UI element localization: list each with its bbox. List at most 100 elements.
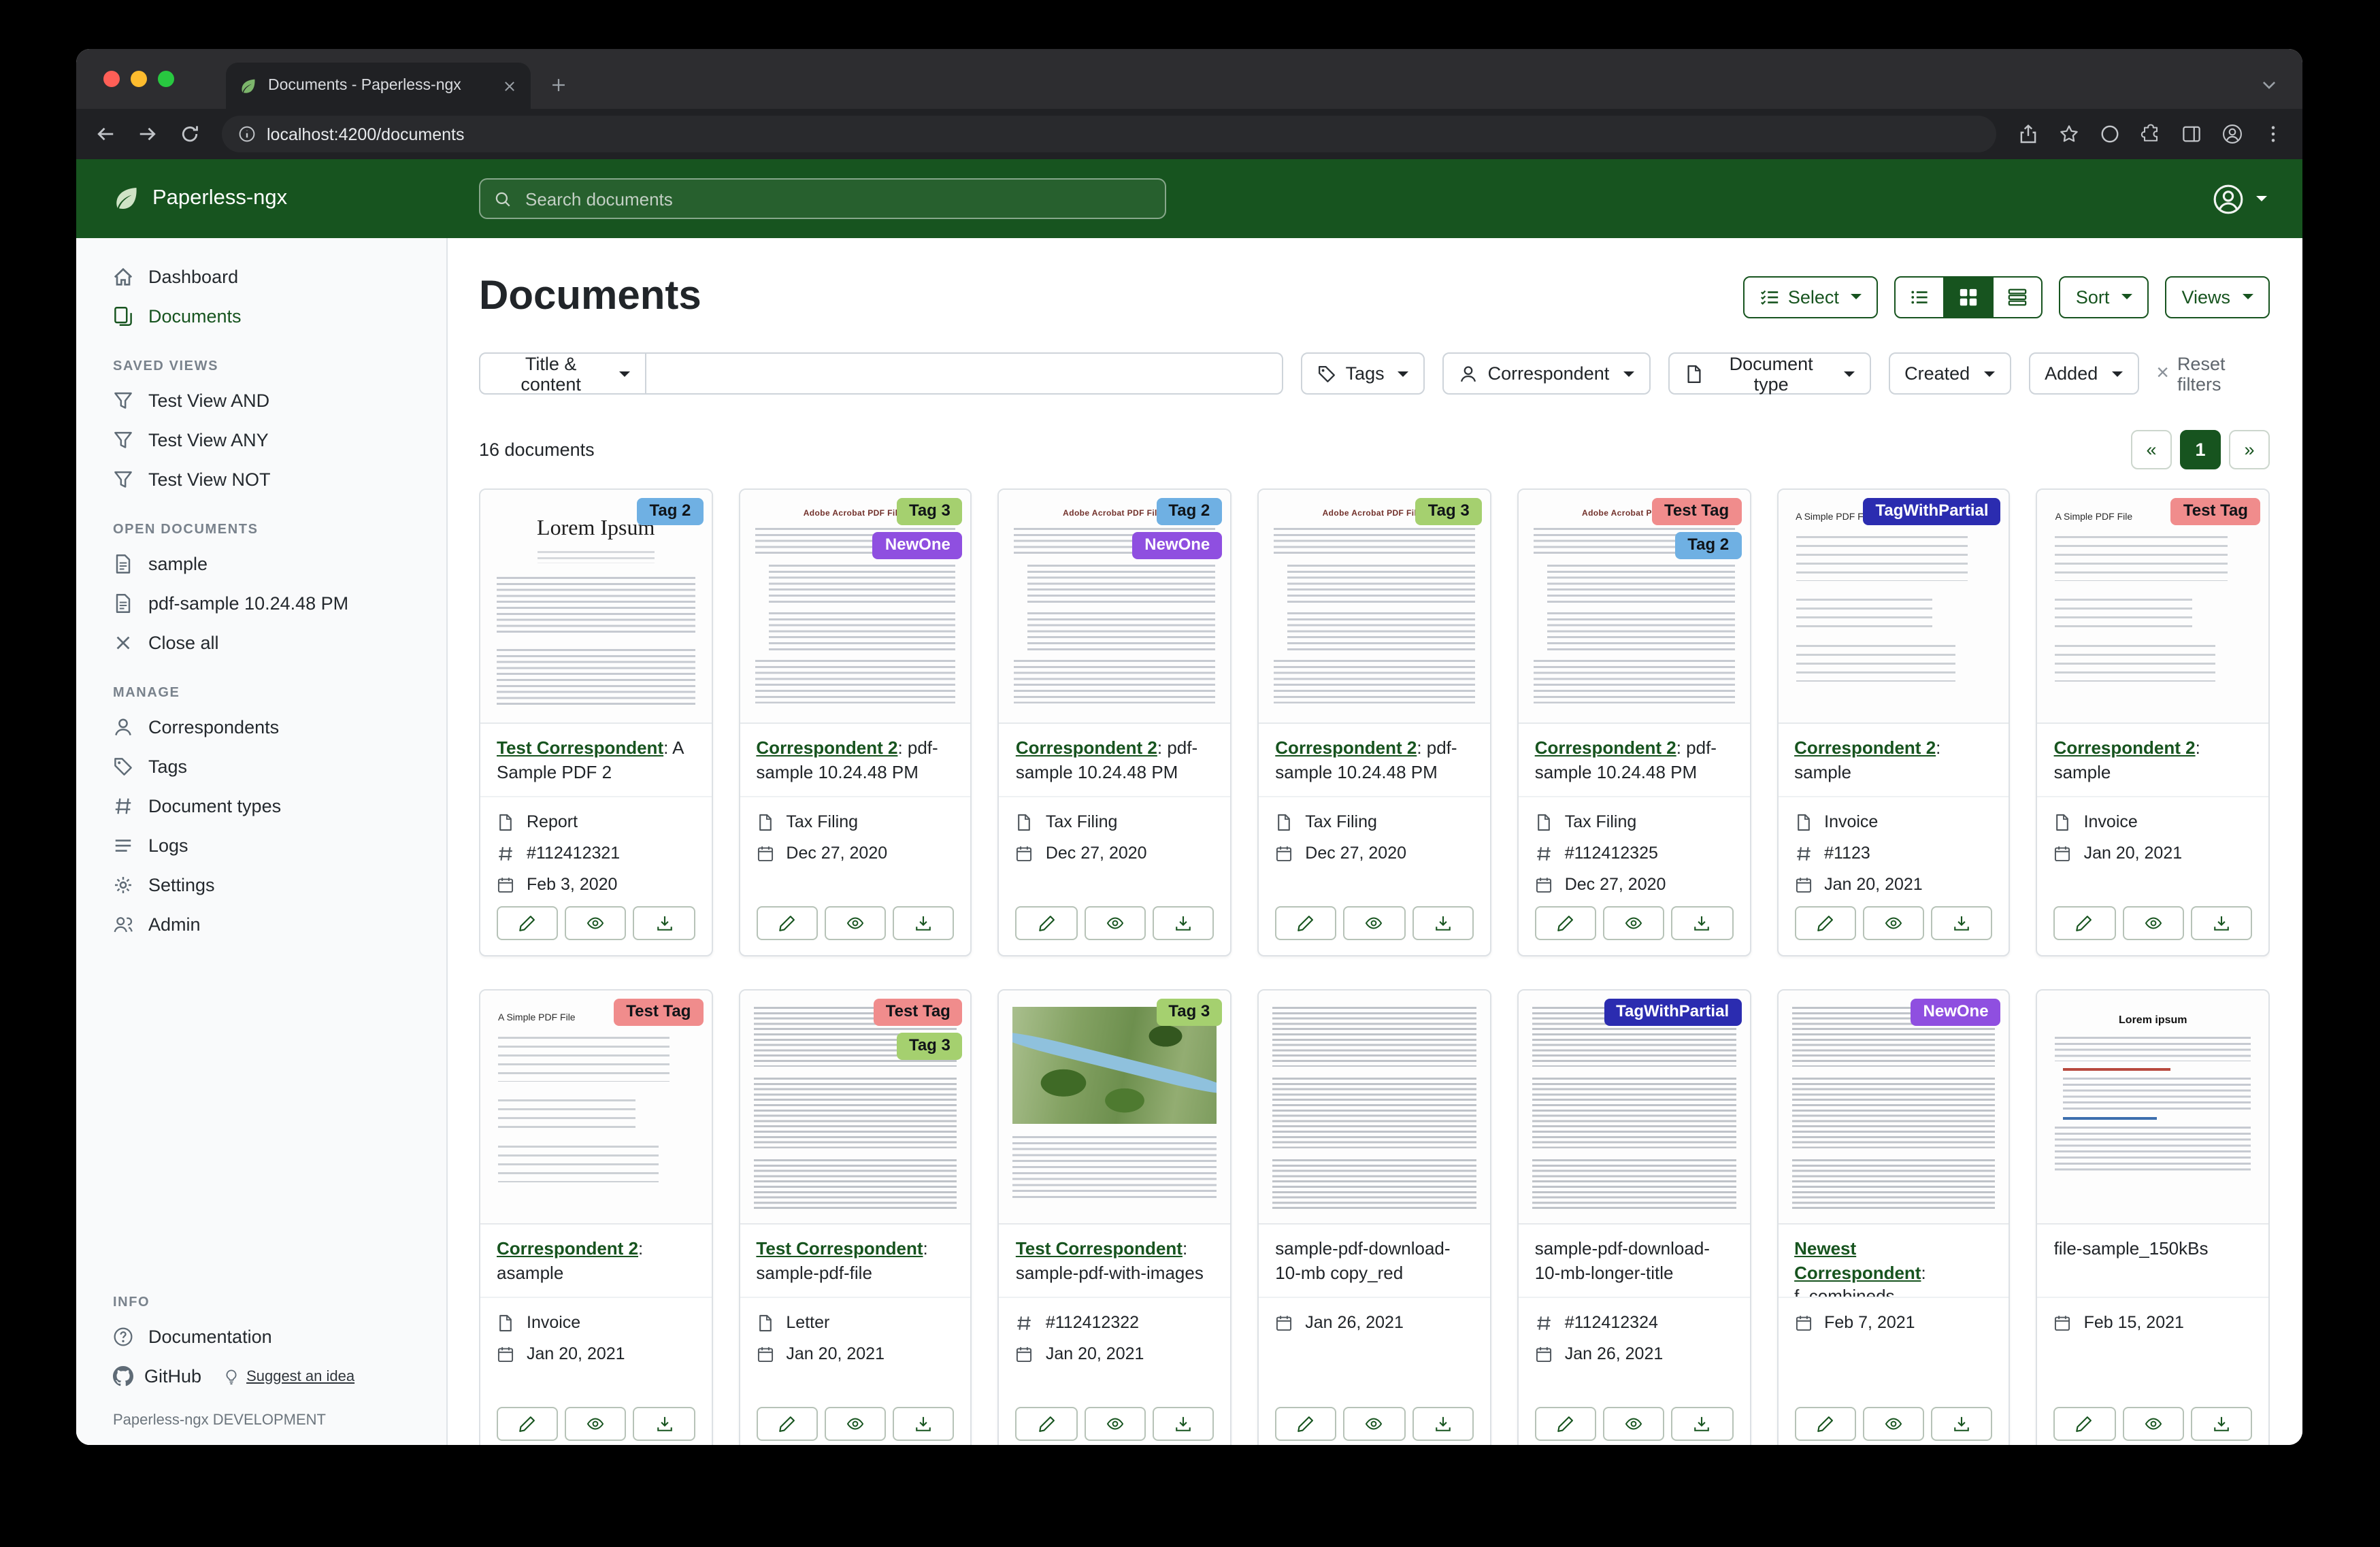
document-preview-thumbnail[interactable]: Adobe Acrobat PDF Files Tag 3NewOne xyxy=(740,490,970,724)
app-brand[interactable]: Paperless-ngx xyxy=(76,185,448,212)
document-preview-thumbnail[interactable]: Test TagTag 3 xyxy=(740,991,970,1225)
zoom-window-button[interactable] xyxy=(158,71,174,87)
tags-filter-button[interactable]: Tags xyxy=(1301,352,1425,395)
document-preview-thumbnail[interactable]: A Simple PDF File Test Tag xyxy=(2038,490,2268,724)
pagination-page-1[interactable]: 1 xyxy=(2180,430,2221,469)
correspondent-link[interactable]: Correspondent 2 xyxy=(1535,737,1676,758)
document-preview-thumbnail[interactable]: TagWithPartial xyxy=(1519,991,1749,1225)
tab-search-icon[interactable] xyxy=(2260,76,2278,94)
edit-button[interactable] xyxy=(1794,1407,1855,1441)
tag-badge[interactable]: Test Tag xyxy=(1652,498,1741,525)
document-title-link[interactable]: Correspondent 2: asample xyxy=(480,1225,711,1298)
sidebar-item-documentation[interactable]: Documentation xyxy=(76,1317,446,1357)
sidebar-item-document-types[interactable]: Document types xyxy=(76,786,446,826)
document-type-filter-button[interactable]: Document type xyxy=(1668,352,1870,395)
document-title-link[interactable]: Correspondent 2: pdf-sample 10.24.48 PM xyxy=(740,724,970,797)
reload-button[interactable] xyxy=(180,124,200,144)
side-panel-icon[interactable] xyxy=(2181,124,2202,144)
correspondent-link[interactable]: Test Correspondent xyxy=(1016,1238,1183,1259)
document-title-link[interactable]: Correspondent 2: pdf-sample 10.24.48 PM xyxy=(1259,724,1489,797)
new-tab-button[interactable] xyxy=(550,76,567,94)
download-button[interactable] xyxy=(893,906,954,940)
reset-filters-button[interactable]: × Reset filters xyxy=(2156,353,2270,394)
edit-button[interactable] xyxy=(1535,1407,1596,1441)
detail-view-button[interactable] xyxy=(1993,276,2043,318)
document-title-link[interactable]: Correspondent 2: sample xyxy=(1778,724,2009,797)
document-preview-thumbnail[interactable]: A Simple PDF File Test Tag xyxy=(480,991,711,1225)
tag-badge[interactable]: Tag 2 xyxy=(1675,532,1741,559)
tag-badge[interactable]: NewOne xyxy=(1911,999,2001,1026)
edit-button[interactable] xyxy=(1794,906,1855,940)
download-button[interactable] xyxy=(2191,1407,2252,1441)
document-preview-thumbnail[interactable] xyxy=(1259,991,1489,1225)
document-title-link[interactable]: Test Correspondent: sample-pdf-with-imag… xyxy=(999,1225,1230,1298)
download-button[interactable] xyxy=(1931,906,1992,940)
document-title-link[interactable]: Test Correspondent: A Sample PDF 2 xyxy=(480,724,711,797)
correspondent-link[interactable]: Correspondent 2 xyxy=(756,737,897,758)
forward-button[interactable] xyxy=(137,124,158,144)
download-button[interactable] xyxy=(1672,1407,1733,1441)
sidebar-item-open-doc-sample[interactable]: sample xyxy=(76,544,446,584)
document-title-link[interactable]: Newest Correspondent: f_combineds xyxy=(1778,1225,2009,1298)
download-button[interactable] xyxy=(1412,1407,1473,1441)
tag-badge[interactable]: TagWithPartial xyxy=(1604,999,1741,1026)
sidebar-item-close-all[interactable]: Close all xyxy=(76,623,446,663)
profile-icon[interactable] xyxy=(2222,124,2243,144)
preview-button[interactable] xyxy=(1603,906,1664,940)
share-icon[interactable] xyxy=(2018,124,2038,144)
download-button[interactable] xyxy=(1672,906,1733,940)
download-button[interactable] xyxy=(633,1407,695,1441)
document-title-link[interactable]: sample-pdf-download-10-mb copy_red xyxy=(1259,1225,1489,1298)
edit-button[interactable] xyxy=(497,1407,558,1441)
tag-badge[interactable]: Tag 2 xyxy=(1156,498,1222,525)
document-title-link[interactable]: sample-pdf-download-10-mb-longer-title xyxy=(1519,1225,1749,1298)
sidebar-item-test-view-any[interactable]: Test View ANY xyxy=(76,420,446,460)
pagination-next[interactable]: » xyxy=(2229,430,2270,469)
document-preview-thumbnail[interactable]: Tag 3 xyxy=(999,991,1230,1225)
browser-tab[interactable]: Documents - Paperless-ngx xyxy=(226,63,531,109)
edit-button[interactable] xyxy=(2054,906,2115,940)
tag-badge[interactable]: Test Tag xyxy=(2171,498,2260,525)
tag-badge[interactable]: Tag 3 xyxy=(1156,999,1222,1026)
correspondent-link[interactable]: Test Correspondent xyxy=(756,1238,923,1259)
minimize-window-button[interactable] xyxy=(131,71,147,87)
preview-button[interactable] xyxy=(1084,1407,1145,1441)
preview-button[interactable] xyxy=(1863,906,1924,940)
tag-badge[interactable]: NewOne xyxy=(873,532,963,559)
edit-button[interactable] xyxy=(1275,906,1336,940)
document-title-link[interactable]: file-sample_150kBs xyxy=(2038,1225,2268,1298)
correspondent-link[interactable]: Test Correspondent xyxy=(497,737,663,758)
added-filter-button[interactable]: Added xyxy=(2028,352,2138,395)
tag-badge[interactable]: Tag 3 xyxy=(897,498,963,525)
document-preview-thumbnail[interactable]: NewOne xyxy=(1778,991,2009,1225)
edit-button[interactable] xyxy=(2054,1407,2115,1441)
tag-badge[interactable]: Tag 2 xyxy=(638,498,704,525)
browser-menu-icon[interactable] xyxy=(2263,124,2283,144)
document-preview-thumbnail[interactable]: A Simple PDF File TagWithPartial xyxy=(1778,490,2009,724)
views-button[interactable]: Views xyxy=(2165,276,2270,318)
edit-button[interactable] xyxy=(1535,906,1596,940)
tag-badge[interactable]: Test Tag xyxy=(614,999,703,1026)
search-input[interactable] xyxy=(523,187,1151,210)
tag-badge[interactable]: Tag 3 xyxy=(1416,498,1482,525)
correspondent-link[interactable]: Correspondent 2 xyxy=(2054,737,2196,758)
document-title-link[interactable]: Correspondent 2: pdf-sample 10.24.48 PM xyxy=(1519,724,1749,797)
tag-badge[interactable]: Test Tag xyxy=(874,999,963,1026)
tag-badge[interactable]: TagWithPartial xyxy=(1864,498,2001,525)
edit-button[interactable] xyxy=(1275,1407,1336,1441)
download-button[interactable] xyxy=(893,1407,954,1441)
document-preview-thumbnail[interactable]: Adobe Acrobat PDF Files Tag 3 xyxy=(1259,490,1489,724)
sidebar-item-open-doc-pdf-sample[interactable]: pdf-sample 10.24.48 PM xyxy=(76,584,446,623)
preview-button[interactable] xyxy=(1344,906,1405,940)
list-view-button[interactable] xyxy=(1895,276,1945,318)
pagination-prev[interactable]: « xyxy=(2131,430,2172,469)
preview-button[interactable] xyxy=(1603,1407,1664,1441)
preview-button[interactable] xyxy=(2122,1407,2183,1441)
title-content-input[interactable] xyxy=(646,352,1283,395)
circle-badge-icon[interactable] xyxy=(2100,124,2120,144)
sidebar-item-documents[interactable]: Documents xyxy=(76,297,446,336)
preview-button[interactable] xyxy=(1863,1407,1924,1441)
created-filter-button[interactable]: Created xyxy=(1888,352,2011,395)
document-preview-thumbnail[interactable]: Adobe Acrobat PDF Files Tag 2NewOne xyxy=(999,490,1230,724)
document-preview-thumbnail[interactable]: Lorem ipsum xyxy=(2038,991,2268,1225)
